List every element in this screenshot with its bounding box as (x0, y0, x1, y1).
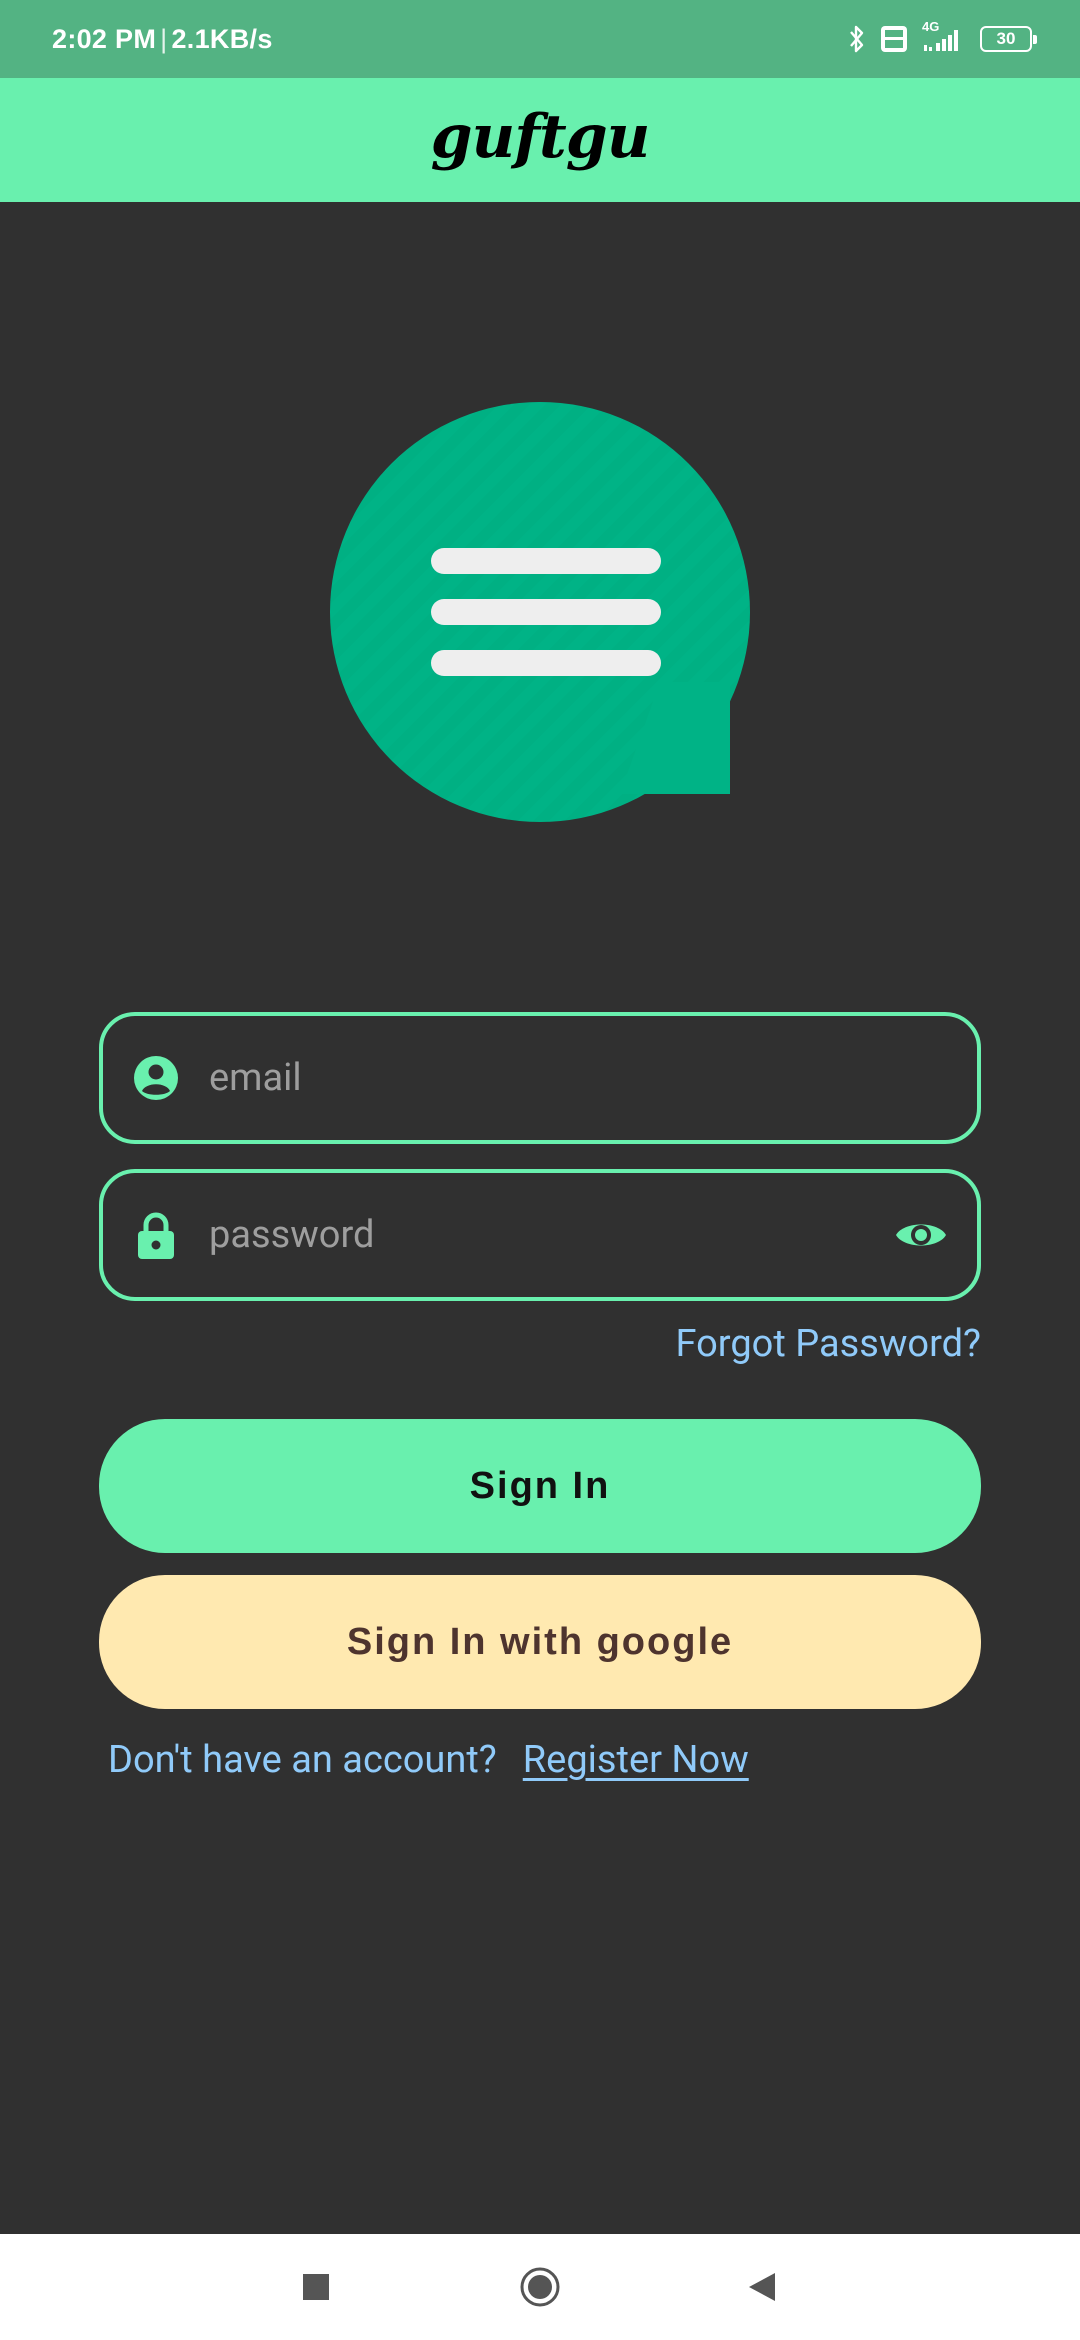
home-circle-icon[interactable] (520, 2267, 560, 2307)
lock-icon (131, 1210, 181, 1260)
network-type-label: 4G (922, 19, 940, 34)
status-right: 4G 30 (848, 19, 1037, 53)
recents-square-icon[interactable] (296, 2267, 336, 2307)
battery-icon: 30 (980, 26, 1037, 52)
status-bar: 2:02 PM | 2.1KB/s 4G 30 (0, 0, 1080, 78)
navigation-bar (0, 2234, 1080, 2340)
account-circle-icon (131, 1053, 181, 1103)
back-triangle-icon[interactable] (742, 2267, 782, 2307)
app-bar: guftgu (0, 78, 1080, 202)
eye-icon[interactable] (893, 1207, 949, 1263)
signal-icon: 4G (922, 19, 966, 53)
status-left: 2:02 PM | 2.1KB/s (52, 24, 273, 55)
status-network-speed: 2.1KB/s (171, 23, 273, 54)
password-field[interactable]: password (99, 1169, 981, 1301)
bluetooth-icon (848, 25, 866, 53)
register-row: Don't have an account? Register Now (108, 1738, 749, 1782)
email-field[interactable]: email (99, 1012, 981, 1144)
status-time: 2:02 PM (52, 23, 157, 54)
forgot-password-link[interactable]: Forgot Password? (676, 1322, 981, 1366)
register-now-link[interactable]: Register Now (523, 1738, 749, 1782)
battery-level: 30 (996, 29, 1016, 48)
password-placeholder: password (209, 1213, 375, 1257)
google-sign-in-button[interactable]: Sign In with google (99, 1575, 981, 1709)
volte-icon (880, 25, 908, 53)
sign-in-button[interactable]: Sign In (99, 1419, 981, 1553)
register-prompt: Don't have an account? (108, 1738, 497, 1782)
status-separator: | (160, 23, 168, 54)
chat-bubble-icon (330, 402, 750, 822)
email-placeholder: email (209, 1056, 302, 1100)
app-title: guftgu (430, 102, 651, 172)
